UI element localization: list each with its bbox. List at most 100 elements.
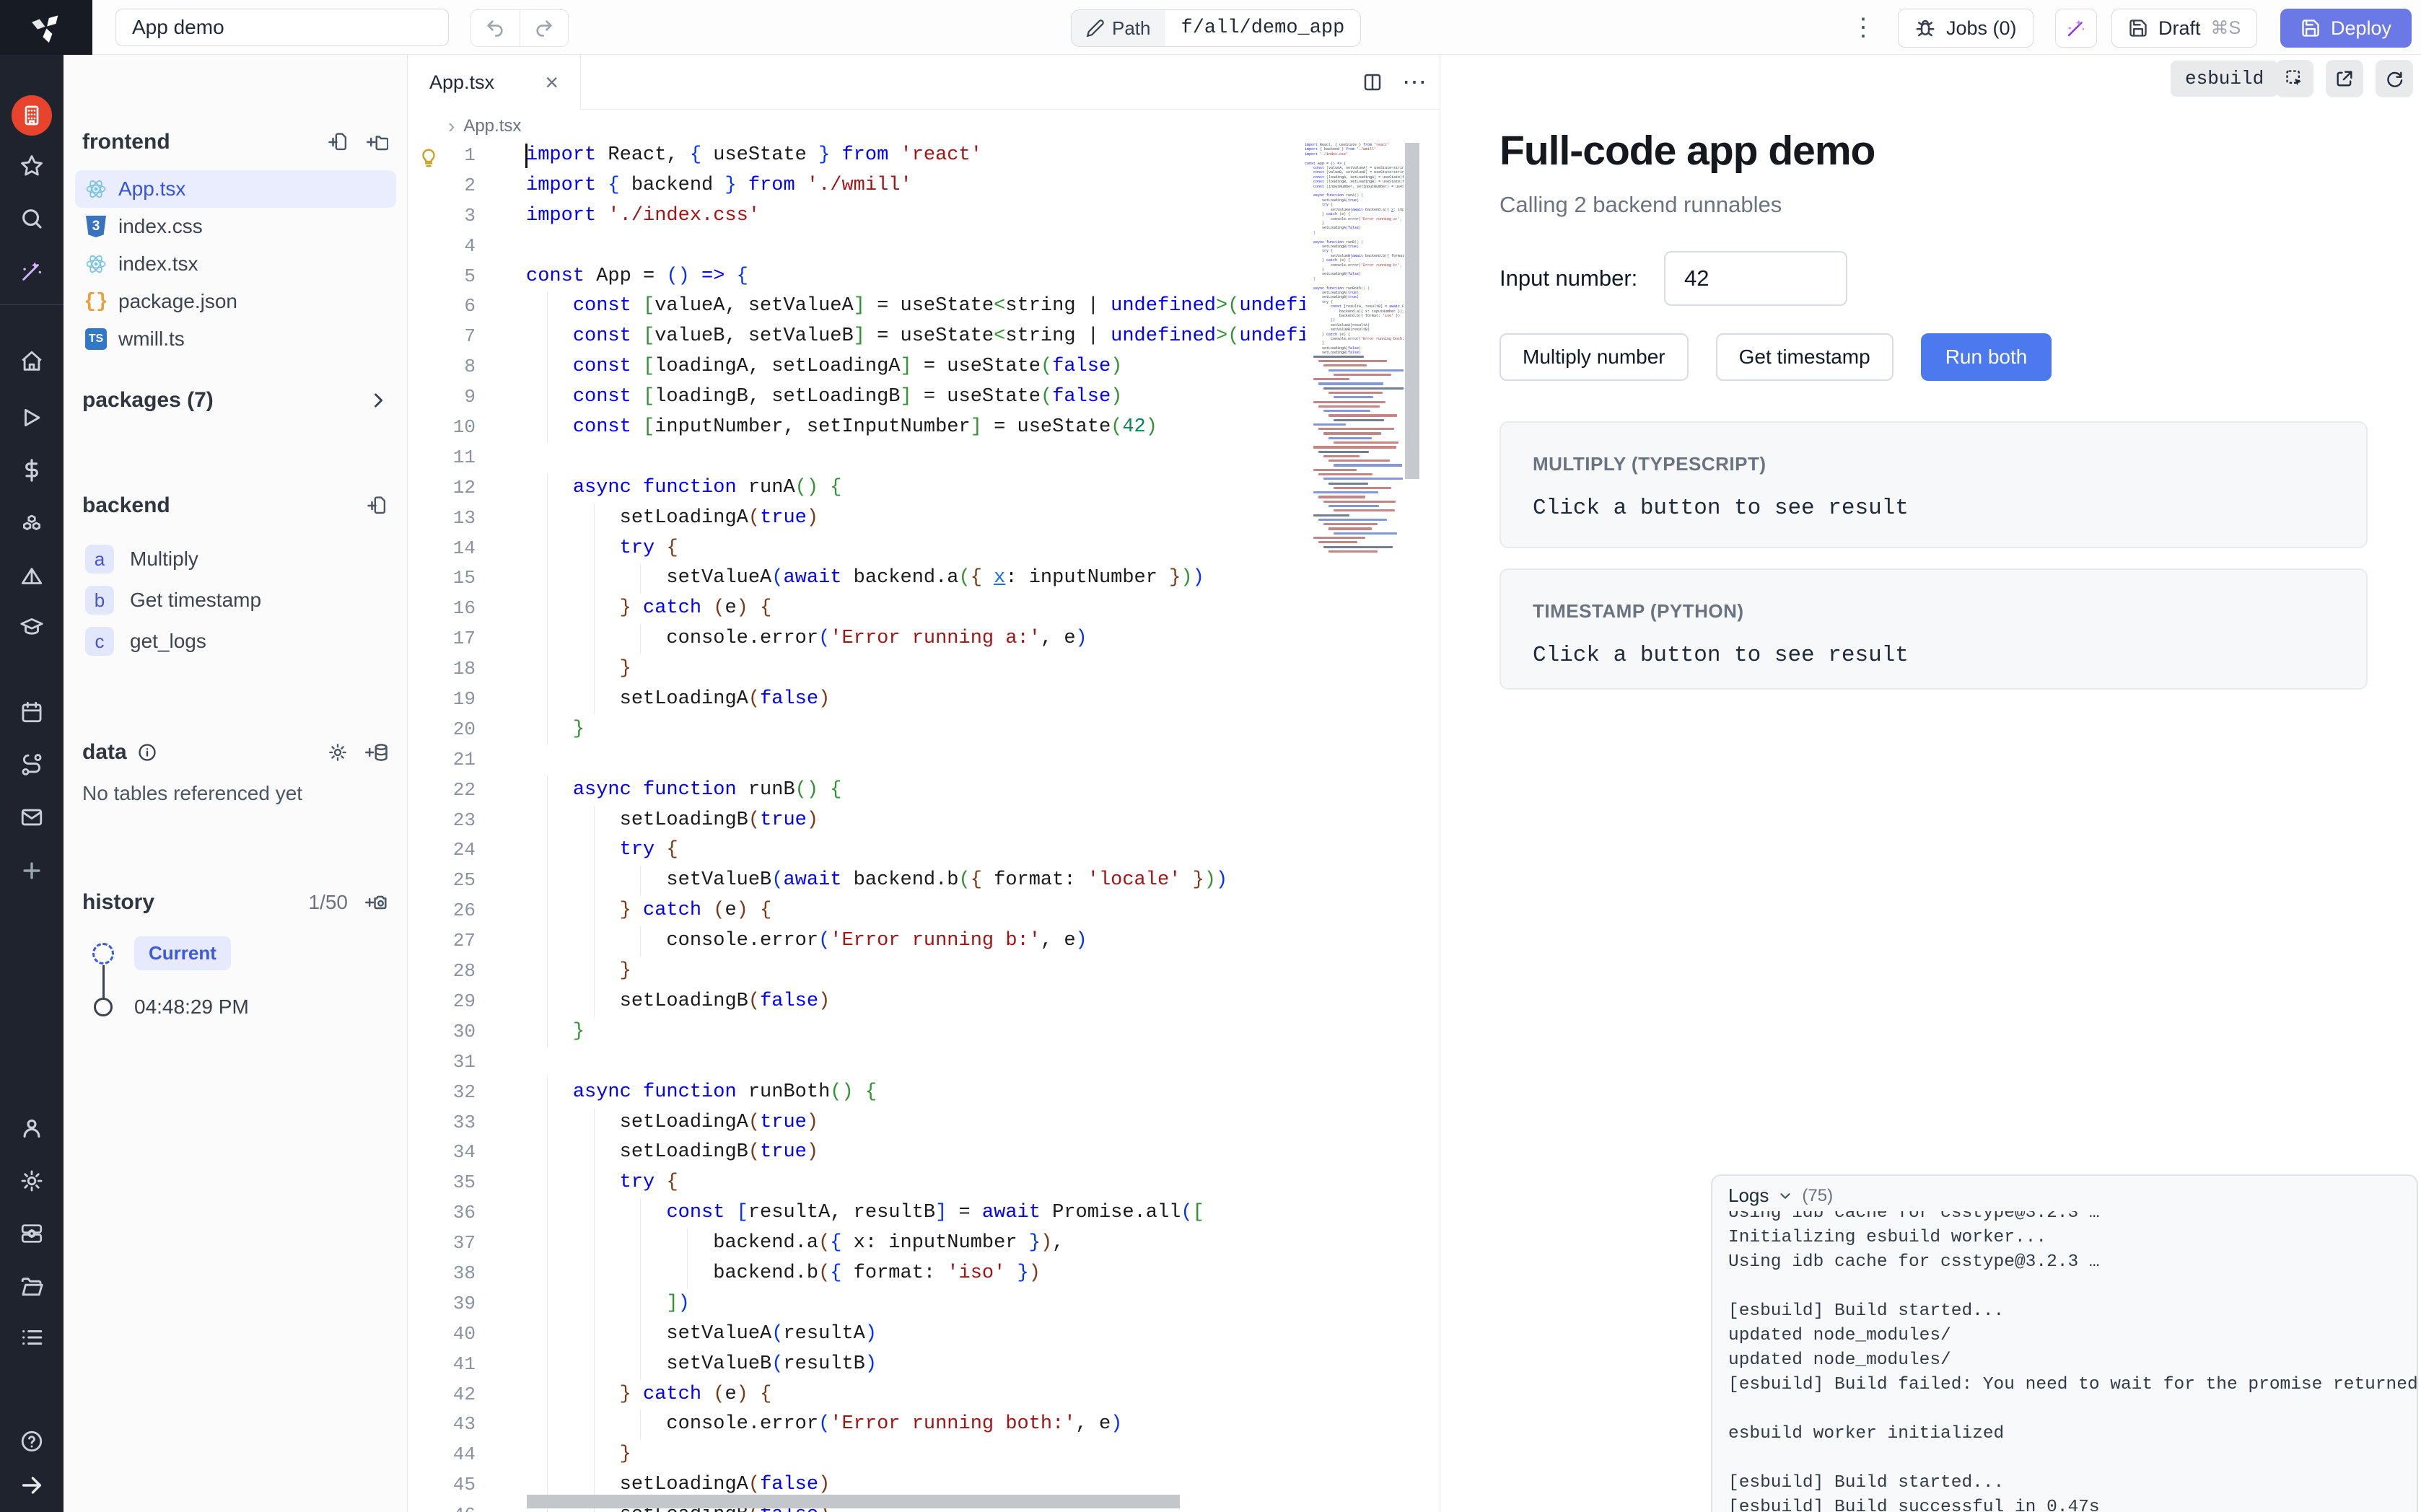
horizontal-scrollbar[interactable] <box>527 1495 1180 1508</box>
app-name-input[interactable] <box>115 9 449 46</box>
runs-button[interactable] <box>19 405 44 430</box>
code-line-33[interactable]: 33 setLoadingA(true) <box>408 1108 1440 1138</box>
code-line-28[interactable]: 28 } <box>408 957 1440 987</box>
ai-assistant-button[interactable] <box>19 259 44 284</box>
code-line-23[interactable]: 23 setLoadingB(true) <box>408 806 1440 836</box>
home-button[interactable] <box>19 349 44 374</box>
code-line-30[interactable]: 30 } <box>408 1017 1440 1047</box>
learn-button[interactable] <box>19 615 44 639</box>
code-line-39[interactable]: 39 ]) <box>408 1289 1440 1319</box>
code-line-4[interactable]: 4 <box>408 232 1440 262</box>
add-table-button[interactable] <box>365 742 388 763</box>
flows-button[interactable] <box>19 752 44 777</box>
code-line-43[interactable]: 43 console.error('Error running both:', … <box>408 1410 1440 1440</box>
logs-output[interactable]: Using idb cache for csstype@3.2.3 …Initi… <box>1712 1211 2417 1512</box>
search-button[interactable] <box>19 206 44 231</box>
runnable-item-multiply[interactable]: aMultiply <box>75 540 396 579</box>
more-menu-icon[interactable]: ⋮ <box>1847 10 1879 45</box>
runnable-item-get-timestamp[interactable]: bGet timestamp <box>75 581 396 620</box>
code-area[interactable]: 1import React, { useState } from 'react'… <box>408 143 1440 1512</box>
workers-button[interactable] <box>19 1221 44 1246</box>
code-line-25[interactable]: 25 setValueB(await backend.b({ format: '… <box>408 866 1440 896</box>
code-line-36[interactable]: 36 const [resultA, resultB] = await Prom… <box>408 1198 1440 1228</box>
code-line-6[interactable]: 6 const [valueA, setValueA] = useState<s… <box>408 291 1440 322</box>
code-line-12[interactable]: 12 async function runA() { <box>408 473 1440 504</box>
component-picker-button[interactable] <box>2276 60 2313 97</box>
run-both-button[interactable]: Run both <box>1921 333 2052 381</box>
folders-button[interactable] <box>19 1275 44 1299</box>
jobs-button[interactable]: Jobs (0) <box>1898 9 2033 48</box>
favorites-button[interactable] <box>19 154 44 178</box>
open-external-button[interactable] <box>2326 60 2363 97</box>
file-item-wmill-ts[interactable]: TSwmill.ts <box>75 320 396 358</box>
add-folder-button[interactable] <box>367 131 388 153</box>
triggers-button[interactable] <box>19 565 44 589</box>
code-line-24[interactable]: 24 try { <box>408 835 1440 866</box>
code-line-15[interactable]: 15 setValueA(await backend.a({ x: inputN… <box>408 563 1440 594</box>
code-line-32[interactable]: 32 async function runBoth() { <box>408 1078 1440 1108</box>
code-line-34[interactable]: 34 setLoadingB(true) <box>408 1138 1440 1168</box>
code-line-1[interactable]: 1import React, { useState } from 'react' <box>408 143 1440 171</box>
add-runnable-button[interactable] <box>367 495 388 517</box>
close-tab-icon[interactable]: × <box>545 69 559 96</box>
code-line-41[interactable]: 41 setValueB(resultB) <box>408 1350 1440 1380</box>
windmill-logo[interactable] <box>0 0 92 55</box>
add-file-button[interactable] <box>328 131 349 153</box>
code-line-44[interactable]: 44 } <box>408 1440 1440 1470</box>
undo-button[interactable] <box>471 10 520 46</box>
path-chip[interactable]: Path f/all/demo_app <box>1071 9 1361 47</box>
code-line-14[interactable]: 14 try { <box>408 534 1440 564</box>
minimap[interactable]: import React, { useState } from 'react'i… <box>1305 143 1404 648</box>
inbox-button[interactable] <box>19 805 44 830</box>
history-snapshot-entry[interactable]: 04:48:29 PM <box>94 995 249 1019</box>
workspace-button[interactable] <box>12 95 52 136</box>
code-line-35[interactable]: 35 try { <box>408 1168 1440 1198</box>
code-line-42[interactable]: 42 } catch (e) { <box>408 1380 1440 1410</box>
multiply-number-button[interactable]: Multiply number <box>1500 333 1689 381</box>
code-line-2[interactable]: 2import { backend } from './wmill' <box>408 171 1440 201</box>
vertical-scrollbar[interactable] <box>1405 143 1419 479</box>
file-item-app-tsx[interactable]: App.tsx <box>75 170 396 208</box>
runnable-item-get-logs[interactable]: cget_logs <box>75 622 396 661</box>
breadcrumb[interactable]: › App.tsx <box>408 110 1440 143</box>
code-line-27[interactable]: 27 console.error('Error running b:', e) <box>408 926 1440 957</box>
editor-more-icon[interactable]: ⋯ <box>1402 68 1428 97</box>
file-item-index-tsx[interactable]: index.tsx <box>75 245 396 283</box>
code-line-16[interactable]: 16 } catch (e) { <box>408 594 1440 624</box>
schedules-button[interactable] <box>19 700 44 724</box>
code-line-8[interactable]: 8 const [loadingA, setLoadingA] = useSta… <box>408 352 1440 382</box>
code-line-37[interactable]: 37 backend.a({ x: inputNumber }), <box>408 1228 1440 1259</box>
code-line-11[interactable]: 11 <box>408 443 1440 473</box>
code-line-9[interactable]: 9 const [loadingB, setLoadingB] = useSta… <box>408 382 1440 413</box>
snapshot-button[interactable] <box>365 892 388 913</box>
redo-button[interactable] <box>520 10 569 46</box>
get-timestamp-button[interactable]: Get timestamp <box>1716 333 1894 381</box>
add-button[interactable] <box>19 858 44 883</box>
code-line-26[interactable]: 26 } catch (e) { <box>408 896 1440 926</box>
code-line-10[interactable]: 10 const [inputNumber, setInputNumber] =… <box>408 413 1440 443</box>
refresh-button[interactable] <box>2376 60 2413 97</box>
account-button[interactable] <box>19 1116 44 1140</box>
history-current-entry[interactable]: Current <box>92 936 231 970</box>
variables-button[interactable] <box>19 458 44 483</box>
input-number-field[interactable] <box>1664 251 1847 306</box>
packages-row[interactable]: packages (7) <box>82 388 388 413</box>
file-item-package-json[interactable]: {}package.json <box>75 283 396 320</box>
draft-button[interactable]: Draft ⌘S <box>2111 9 2257 48</box>
settings-button[interactable] <box>19 1169 44 1193</box>
collapse-rail-button[interactable] <box>19 1473 44 1498</box>
ai-wand-button[interactable] <box>2055 9 2097 48</box>
logs-header[interactable]: Logs (75) <box>1712 1176 2417 1211</box>
code-line-19[interactable]: 19 setLoadingA(false) <box>408 685 1440 715</box>
code-line-18[interactable]: 18 } <box>408 654 1440 685</box>
code-line-20[interactable]: 20 } <box>408 715 1440 745</box>
code-line-29[interactable]: 29 setLoadingB(false) <box>408 987 1440 1017</box>
code-line-31[interactable]: 31 <box>408 1047 1440 1078</box>
help-button[interactable] <box>19 1429 44 1454</box>
split-editor-button[interactable] <box>1362 71 1383 93</box>
code-line-21[interactable]: 21 <box>408 745 1440 775</box>
tab-app-tsx[interactable]: App.tsx × <box>408 55 581 110</box>
code-line-40[interactable]: 40 setValueA(resultA) <box>408 1319 1440 1350</box>
code-line-7[interactable]: 7 const [valueB, setValueB] = useState<s… <box>408 322 1440 352</box>
code-line-5[interactable]: 5const App = () => { <box>408 262 1440 292</box>
